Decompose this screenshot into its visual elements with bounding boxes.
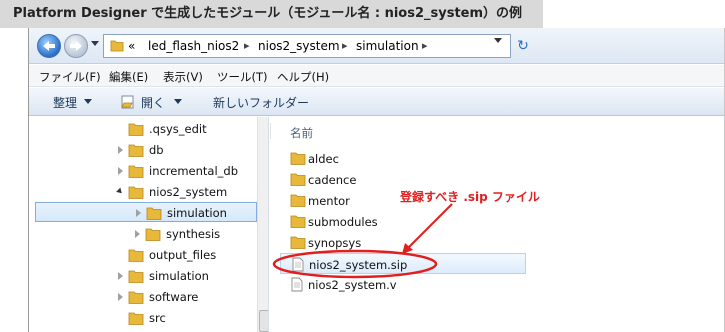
- new-folder-button[interactable]: 新しいフォルダー: [213, 94, 309, 111]
- folder-icon: [146, 207, 162, 220]
- tree-item-incremental-db[interactable]: incremental_db: [29, 161, 257, 181]
- folder-icon: [128, 270, 144, 283]
- folder-icon: [128, 312, 144, 325]
- open-folder-icon: [128, 186, 144, 199]
- figure-caption: Platform Designer で生成したモジュール（モジュール名 : ni…: [0, 0, 543, 28]
- file-icon: [292, 257, 304, 272]
- address-row: « led_flash_nios2 ▸ nios2_system ▸ simul…: [29, 28, 724, 64]
- forward-button[interactable]: [64, 34, 88, 58]
- tree-item-label: synthesis: [166, 227, 221, 241]
- folder-icon: [128, 144, 144, 157]
- tree-item-src[interactable]: src: [29, 308, 257, 328]
- menu-file[interactable]: ファイル(F): [39, 69, 101, 85]
- expand-arrow-icon[interactable]: [118, 167, 123, 175]
- item-name: mentor: [308, 194, 350, 208]
- address-separator[interactable]: ▸: [244, 35, 250, 57]
- folder-icon: [128, 249, 144, 262]
- chevron-down-icon[interactable]: [174, 99, 182, 104]
- tree-item-nios2-system[interactable]: nios2_system: [29, 182, 257, 202]
- column-separator: [270, 123, 271, 139]
- item-name: cadence: [308, 173, 357, 187]
- back-button[interactable]: [37, 34, 61, 58]
- navigation-pane: .qsys_edit db incremental_db nios2_syste…: [29, 117, 269, 332]
- tree-item-label: output_files: [149, 248, 217, 262]
- item-name: nios2_system.v: [308, 278, 397, 292]
- item-name: synopsys: [308, 236, 362, 250]
- navigation-pane-scrollbar[interactable]: [257, 117, 268, 332]
- address-overflow-chevron[interactable]: «: [128, 35, 135, 57]
- menu-edit[interactable]: 編集(E): [109, 69, 148, 85]
- refresh-icon[interactable]: ↻: [513, 36, 533, 56]
- explorer-window: « led_flash_nios2 ▸ nios2_system ▸ simul…: [28, 28, 725, 332]
- address-separator[interactable]: ▸: [342, 35, 348, 57]
- list-item-cadence[interactable]: cadence: [280, 169, 526, 190]
- menu-view[interactable]: 表示(V): [163, 69, 203, 85]
- list-item-synopsys[interactable]: synopsys: [280, 232, 526, 253]
- tree-item-label: software: [149, 290, 199, 304]
- screenshot-root: Platform Designer で生成したモジュール（モジュール名 : ni…: [0, 0, 725, 332]
- tree-item-output-files[interactable]: output_files: [29, 245, 257, 265]
- tree-item-db[interactable]: db: [29, 140, 257, 160]
- folder-icon: [290, 152, 306, 165]
- folder-icon: [110, 40, 124, 52]
- chevron-down-icon[interactable]: [84, 99, 92, 104]
- recent-pages-dropdown[interactable]: [91, 41, 99, 46]
- menu-tools[interactable]: ツール(T): [217, 69, 268, 85]
- folder-icon: [128, 291, 144, 304]
- address-segment-nios2-system[interactable]: nios2_system: [258, 35, 340, 57]
- open-icon[interactable]: [120, 94, 136, 110]
- tree-item-label: nios2_system: [149, 185, 228, 199]
- folder-icon: [290, 173, 306, 186]
- folder-icon: [128, 165, 144, 178]
- scrollbar-thumb[interactable]: [259, 310, 268, 332]
- address-bar[interactable]: « led_flash_nios2 ▸ nios2_system ▸ simul…: [103, 34, 511, 58]
- collapse-arrow-icon[interactable]: [116, 187, 124, 196]
- tree-item-simulation-selected[interactable]: simulation: [35, 202, 257, 222]
- tree-item-label: simulation: [149, 269, 209, 283]
- expand-arrow-icon[interactable]: [118, 272, 123, 280]
- menu-help[interactable]: ヘルプ(H): [277, 69, 329, 85]
- folder-icon: [290, 194, 306, 207]
- folder-icon: [290, 215, 306, 228]
- list-item-aldec[interactable]: aldec: [280, 148, 526, 169]
- expand-arrow-icon[interactable]: [118, 146, 123, 154]
- item-name: nios2_system.sip: [309, 258, 408, 272]
- tree-item-software[interactable]: software: [29, 287, 257, 307]
- tree-item-label: src: [149, 311, 166, 325]
- folder-icon: [145, 228, 161, 241]
- column-header-name[interactable]: 名前: [290, 125, 313, 141]
- expand-arrow-icon[interactable]: [136, 209, 141, 217]
- item-name: aldec: [308, 152, 339, 166]
- tree-item-qsys-edit[interactable]: .qsys_edit: [29, 119, 257, 139]
- tree-item-synthesis[interactable]: synthesis: [29, 224, 257, 244]
- item-name: submodules: [308, 215, 378, 229]
- tree-item-label: db: [149, 143, 164, 157]
- tree-item-simulation[interactable]: simulation: [29, 266, 257, 286]
- expand-arrow-icon[interactable]: [118, 293, 123, 301]
- command-bar: 整理 開く 新しいフォルダー: [29, 88, 724, 116]
- menu-bar: ファイル(F) 編集(E) 表示(V) ツール(T) ヘルプ(H): [29, 65, 724, 87]
- expand-arrow-icon[interactable]: [135, 230, 140, 238]
- file-icon: [291, 277, 303, 292]
- list-item-nios2-system-v[interactable]: nios2_system.v: [280, 274, 526, 295]
- folder-icon: [290, 236, 306, 249]
- address-separator[interactable]: ▸: [422, 35, 428, 57]
- list-item-nios2-system-sip[interactable]: nios2_system.sip: [280, 253, 526, 274]
- tree-item-label: .qsys_edit: [149, 122, 207, 136]
- tree-item-label: simulation: [167, 206, 227, 220]
- annotation-label: 登録すべき .sip ファイル: [400, 190, 540, 204]
- list-item-submodules[interactable]: submodules: [280, 211, 526, 232]
- address-segment-simulation[interactable]: simulation: [356, 35, 419, 57]
- file-list-pane: 名前 aldec cadence mentor submodules synop…: [270, 117, 724, 332]
- tree-item-label: incremental_db: [149, 164, 239, 178]
- back-arrow-icon: [43, 41, 55, 51]
- folder-tree: .qsys_edit db incremental_db nios2_syste…: [29, 117, 257, 332]
- forward-arrow-icon: [70, 41, 82, 51]
- organize-button[interactable]: 整理: [53, 94, 77, 111]
- address-segment-led-flash-nios2[interactable]: led_flash_nios2: [148, 35, 239, 57]
- open-button[interactable]: 開く: [141, 94, 165, 111]
- folder-icon: [128, 123, 144, 136]
- address-history-dropdown[interactable]: [494, 38, 502, 43]
